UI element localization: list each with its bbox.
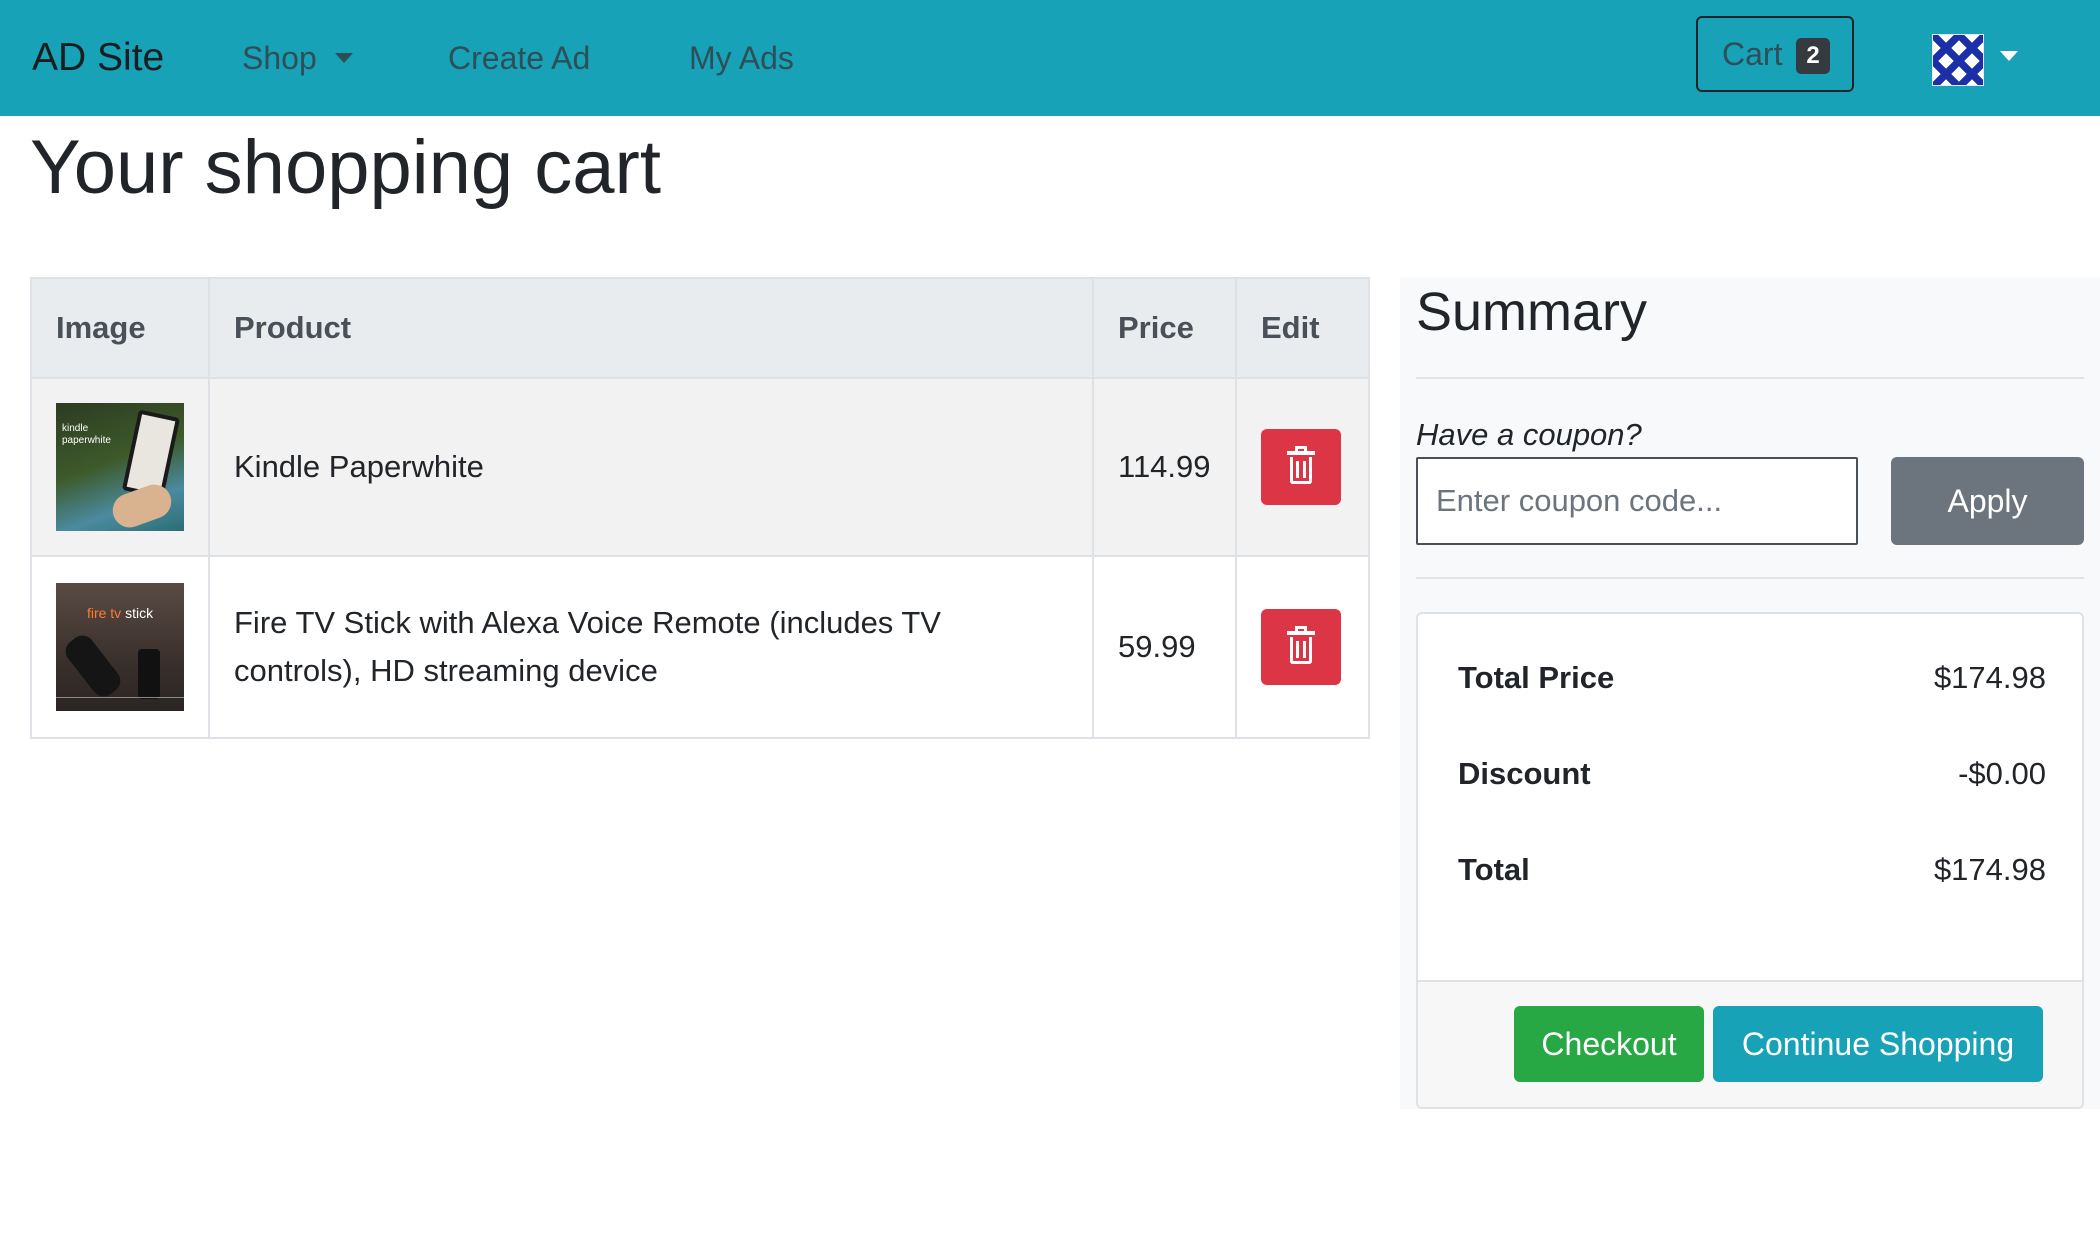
discount-row: Discount -$0.00	[1458, 754, 2046, 794]
summary-title: Summary	[1416, 282, 1648, 342]
trash-icon-line	[1302, 461, 1306, 478]
stick-shape	[138, 649, 160, 699]
product-image-cell: kindle paperwhite	[30, 377, 210, 557]
nav-shop-label: Shop	[242, 40, 317, 76]
avatar[interactable]	[1932, 34, 1984, 86]
header-edit: Edit	[1234, 277, 1371, 379]
trash-icon	[1286, 451, 1315, 455]
nav-shop-dropdown[interactable]: Shop	[242, 38, 353, 78]
chevron-down-icon	[334, 52, 353, 63]
cart-table: Image Product Price Edit kindle paperwhi…	[30, 277, 1371, 739]
divider	[1416, 577, 2084, 579]
product-name: Kindle Paperwhite	[208, 377, 1094, 557]
trash-icon-line	[1295, 641, 1299, 658]
edit-cell	[1234, 377, 1371, 557]
kindle-image[interactable]: kindle paperwhite	[56, 403, 184, 531]
grand-total-value: $174.98	[1933, 852, 2046, 887]
total-price-row: Total Price $174.98	[1458, 658, 2046, 698]
divider	[1416, 377, 2084, 379]
trash-icon-line	[1295, 461, 1299, 478]
cart-button[interactable]: Cart 2	[1696, 16, 1854, 92]
table-header-row: Image Product Price Edit	[30, 277, 1371, 379]
total-price-value: $174.98	[1933, 660, 2046, 695]
trash-icon	[1286, 631, 1315, 635]
logo-strip	[56, 697, 184, 707]
header-product: Product	[208, 277, 1094, 379]
delete-item-button[interactable]	[1260, 429, 1341, 505]
delete-item-button[interactable]	[1260, 609, 1341, 685]
trash-icon-body	[1289, 457, 1312, 484]
table-row: kindle paperwhite Kindle Paperwhite 114.…	[30, 377, 1371, 557]
kindle-image-text: kindle paperwhite	[62, 423, 111, 446]
hand-shape	[107, 479, 177, 531]
cart-count-badge: 2	[1796, 38, 1830, 74]
trash-icon-line	[1302, 641, 1306, 658]
totals-card: Total Price $174.98 Discount -$0.00 Tota…	[1416, 612, 2084, 1109]
nav-my-ads[interactable]: My Ads	[689, 38, 794, 78]
apply-coupon-button[interactable]: Apply	[1891, 457, 2084, 545]
fire-tv-stick-image[interactable]: fire tv stick	[56, 583, 184, 711]
product-name: Fire TV Stick with Alexa Voice Remote (i…	[208, 555, 1094, 739]
table-row: fire tv stick Fire TV Stick with Alexa V…	[30, 555, 1371, 739]
header-price: Price	[1092, 277, 1237, 379]
product-price: 114.99	[1092, 377, 1237, 557]
page-title: Your shopping cart	[30, 125, 661, 210]
summary-panel: Summary Have a coupon? Apply Total Price…	[1400, 277, 2100, 1109]
fire-tv-brand: fire tv	[86, 605, 122, 621]
user-menu-chevron-down-icon[interactable]	[2000, 51, 2018, 61]
trash-icon-body	[1289, 637, 1312, 664]
grand-total-row: Total $174.98	[1458, 850, 2046, 890]
grand-total-label: Total	[1458, 852, 1530, 887]
fire-tv-word: stick	[125, 605, 154, 621]
product-image-cell: fire tv stick	[30, 555, 210, 739]
total-price-label: Total Price	[1458, 660, 1615, 695]
brand-link[interactable]: AD Site	[32, 34, 164, 82]
coupon-input[interactable]	[1416, 457, 1858, 545]
checkout-button[interactable]: Checkout	[1514, 1006, 1704, 1082]
nav-create-ad[interactable]: Create Ad	[448, 38, 590, 78]
cart-label: Cart	[1722, 36, 1783, 72]
discount-label: Discount	[1458, 756, 1591, 791]
card-footer: Checkout Continue Shopping	[1418, 980, 2082, 1107]
remote-shape	[60, 630, 126, 702]
continue-shopping-button[interactable]: Continue Shopping	[1713, 1006, 2043, 1082]
header-image: Image	[30, 277, 210, 379]
navbar: AD Site Shop Create Ad My Ads Cart 2	[0, 0, 2100, 116]
discount-value: -$0.00	[1958, 756, 2046, 791]
edit-cell	[1234, 555, 1371, 739]
product-price: 59.99	[1092, 555, 1237, 739]
fire-tv-image-text: fire tv stick	[56, 589, 184, 637]
coupon-label: Have a coupon?	[1416, 417, 1642, 452]
